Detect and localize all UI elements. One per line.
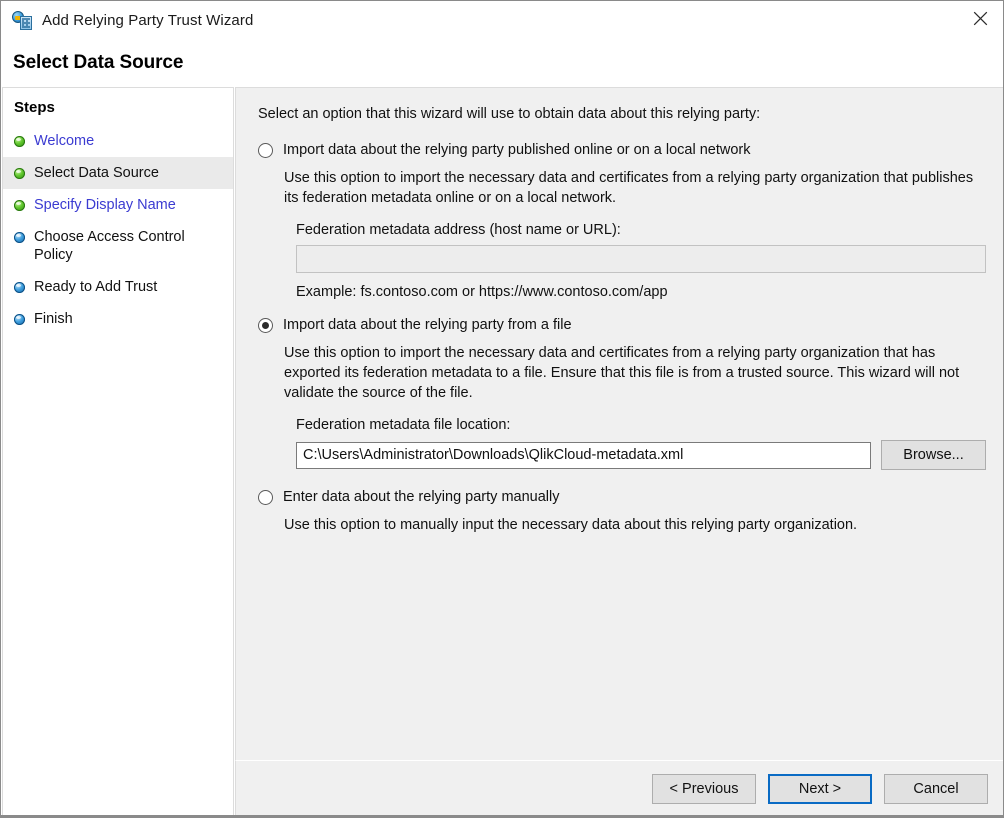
sidebar-item-label: Finish	[34, 310, 73, 328]
step-status-icon	[14, 200, 25, 211]
option-manual-row[interactable]: Enter data about the relying party manua…	[258, 488, 986, 506]
intro-text: Select an option that this wizard will u…	[258, 106, 986, 122]
window-title: Add Relying Party Trust Wizard	[42, 12, 253, 29]
option-import-file-description: Use this option to import the necessary …	[284, 343, 986, 403]
option-import-file-row[interactable]: Import data about the relying party from…	[258, 316, 986, 334]
relying-party-trust-icon	[12, 10, 32, 30]
federation-metadata-address-input[interactable]	[296, 245, 986, 273]
wizard-window: Add Relying Party Trust Wizard Select Da…	[0, 0, 1004, 818]
federation-metadata-file-label: Federation metadata file location:	[296, 417, 986, 433]
wizard-footer: < Previous Next > Cancel	[235, 760, 1004, 817]
option-import-online-description: Use this option to import the necessary …	[284, 168, 986, 208]
sidebar-item-welcome[interactable]: Welcome	[3, 125, 233, 157]
cancel-button[interactable]: Cancel	[884, 774, 988, 804]
option-import-file: Import data about the relying party from…	[258, 316, 986, 470]
step-status-icon	[14, 232, 25, 243]
option-manual-description: Use this option to manually input the ne…	[284, 515, 986, 535]
title-bar: Add Relying Party Trust Wizard	[1, 1, 1003, 39]
option-manual-label: Enter data about the relying party manua…	[283, 488, 559, 506]
next-button[interactable]: Next >	[768, 774, 872, 804]
option-import-file-label: Import data about the relying party from…	[283, 316, 572, 334]
step-status-icon	[14, 282, 25, 293]
page-title: Select Data Source	[13, 52, 183, 74]
federation-metadata-address-example: Example: fs.contoso.com or https://www.c…	[296, 284, 986, 300]
sidebar-item-label: Ready to Add Trust	[34, 278, 157, 296]
step-status-icon	[14, 168, 25, 179]
main-panel: Select an option that this wizard will u…	[235, 87, 1004, 817]
steps-sidebar: Steps Welcome Select Data Source Specify…	[2, 87, 234, 817]
close-icon[interactable]	[957, 1, 1003, 35]
sidebar-item-ready-to-add-trust[interactable]: Ready to Add Trust	[3, 271, 233, 303]
option-import-online-label: Import data about the relying party publ…	[283, 141, 751, 159]
sidebar-item-label: Welcome	[34, 132, 94, 150]
option-import-online-row[interactable]: Import data about the relying party publ…	[258, 141, 986, 159]
content-area: Select an option that this wizard will u…	[235, 87, 1004, 760]
federation-metadata-address-group: Federation metadata address (host name o…	[296, 222, 986, 300]
sidebar-item-specify-display-name[interactable]: Specify Display Name	[3, 189, 233, 221]
page-header: Select Data Source	[1, 39, 1003, 87]
sidebar-item-select-data-source[interactable]: Select Data Source	[3, 157, 233, 189]
browse-button[interactable]: Browse...	[881, 440, 986, 470]
file-location-row: Browse...	[296, 440, 986, 470]
radio-manual[interactable]	[258, 490, 273, 505]
federation-metadata-file-group: Federation metadata file location: Brows…	[296, 417, 986, 470]
option-import-online: Import data about the relying party publ…	[258, 141, 986, 300]
window-body: Steps Welcome Select Data Source Specify…	[1, 87, 1003, 818]
step-status-icon	[14, 314, 25, 325]
window-bottom-edge	[1, 815, 1003, 817]
sidebar-item-label: Specify Display Name	[34, 196, 176, 214]
sidebar-item-finish[interactable]: Finish	[3, 303, 233, 335]
federation-metadata-file-input[interactable]	[296, 442, 871, 469]
sidebar-item-choose-access-control-policy[interactable]: Choose Access Control Policy	[3, 221, 233, 271]
steps-heading: Steps	[3, 95, 233, 125]
radio-import-file[interactable]	[258, 318, 273, 333]
radio-import-online[interactable]	[258, 143, 273, 158]
sidebar-item-label: Choose Access Control Policy	[34, 228, 227, 264]
sidebar-item-label: Select Data Source	[34, 164, 159, 182]
step-status-icon	[14, 136, 25, 147]
federation-metadata-address-label: Federation metadata address (host name o…	[296, 222, 986, 238]
previous-button[interactable]: < Previous	[652, 774, 756, 804]
option-manual: Enter data about the relying party manua…	[258, 488, 986, 535]
